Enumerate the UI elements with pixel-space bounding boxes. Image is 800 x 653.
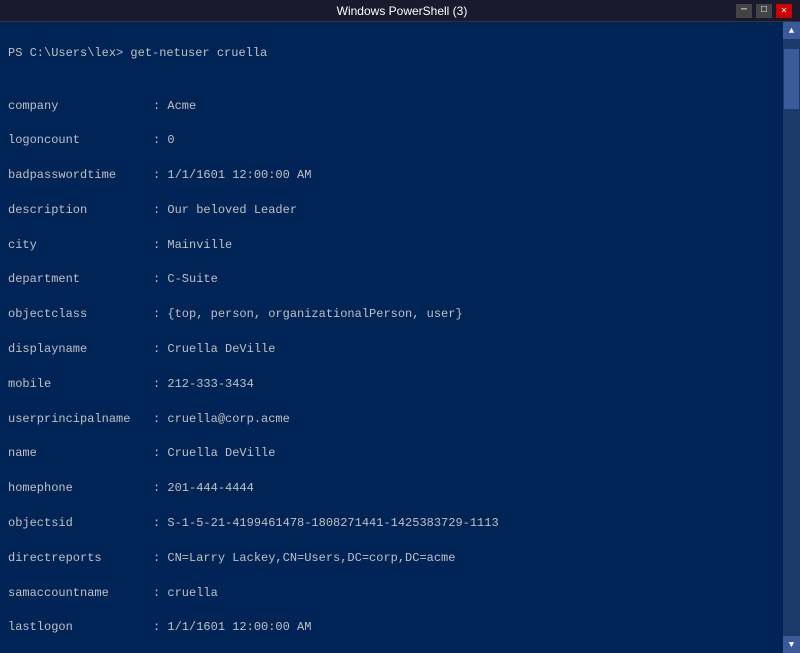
- scrollbar[interactable]: ▲ ▼: [783, 22, 800, 653]
- close-button[interactable]: ✕: [776, 4, 792, 18]
- window-title: Windows PowerShell (3): [68, 4, 736, 18]
- row-samaccountname: samaccountname : cruella: [8, 585, 775, 602]
- row-description: description : Our beloved Leader: [8, 202, 775, 219]
- row-lastlogon: lastlogon : 1/1/1601 12:00:00 AM: [8, 619, 775, 636]
- title-bar-controls: ─ □ ✕: [736, 4, 792, 18]
- row-logoncount: logoncount : 0: [8, 132, 775, 149]
- row-upn: userprincipalname : cruella@corp.acme: [8, 411, 775, 428]
- row-directreports: directreports : CN=Larry Lackey,CN=Users…: [8, 550, 775, 567]
- row-displayname: displayname : Cruella DeVille: [8, 341, 775, 358]
- scroll-down-button[interactable]: ▼: [783, 636, 800, 653]
- row-company: company : Acme: [8, 98, 775, 115]
- prompt-line: PS C:\Users\lex> get-netuser cruella: [8, 45, 775, 62]
- scroll-thumb[interactable]: [784, 49, 799, 109]
- row-name: name : Cruella DeVille: [8, 445, 775, 462]
- scroll-track[interactable]: [783, 39, 800, 636]
- terminal[interactable]: PS C:\Users\lex> get-netuser cruella com…: [0, 22, 783, 653]
- row-objectsid: objectsid : S-1-5-21-4199461478-18082714…: [8, 515, 775, 532]
- row-city: city : Mainville: [8, 237, 775, 254]
- minimize-button[interactable]: ─: [736, 4, 752, 18]
- row-homephone: homephone : 201-444-4444: [8, 480, 775, 497]
- row-department: department : C-Suite: [8, 271, 775, 288]
- maximize-button[interactable]: □: [756, 4, 772, 18]
- row-mobile: mobile : 212-333-3434: [8, 376, 775, 393]
- scroll-up-button[interactable]: ▲: [783, 22, 800, 39]
- row-objectclass: objectclass : {top, person, organization…: [8, 306, 775, 323]
- title-bar: Windows PowerShell (3) ─ □ ✕: [0, 0, 800, 22]
- row-badpasswordtime: badpasswordtime : 1/1/1601 12:00:00 AM: [8, 167, 775, 184]
